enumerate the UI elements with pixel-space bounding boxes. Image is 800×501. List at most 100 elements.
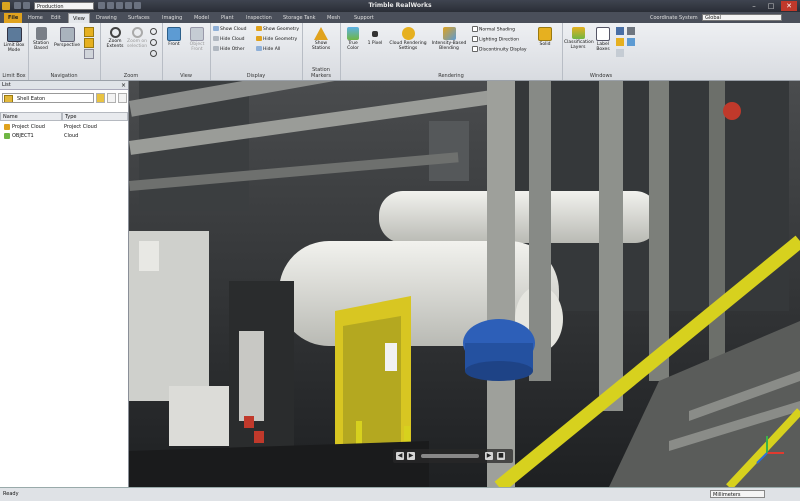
- ribbon: Limit Box Mode Limit Box Station Based P…: [0, 23, 800, 81]
- zoom-extents-button[interactable]: Zoom Extents: [102, 27, 128, 49]
- orbit-icon[interactable]: [84, 27, 94, 37]
- zoom-window-icon[interactable]: [150, 50, 157, 57]
- list-panel: List ×: [0, 81, 129, 487]
- tab-inspection[interactable]: Inspection: [242, 13, 276, 23]
- units-combo[interactable]: Millimeters: [710, 490, 765, 498]
- normal-shading-label: Normal Shading: [479, 27, 515, 33]
- coordinate-system-combo[interactable]: Global: [702, 14, 782, 21]
- previous-station-icon[interactable]: ◀: [396, 452, 404, 460]
- group-label-windows: Windows: [589, 73, 613, 79]
- column-header-name[interactable]: Name: [0, 112, 62, 121]
- status-text: Ready: [3, 491, 19, 497]
- panel-filter-icon[interactable]: [96, 93, 105, 103]
- tab-drawing[interactable]: Drawing: [92, 13, 121, 23]
- show-cloud-label: Show Cloud: [220, 27, 247, 32]
- point-cloud-scene: [129, 81, 800, 487]
- 3d-viewport[interactable]: ◀ ▶ ▶ ■: [129, 81, 800, 487]
- pan-icon[interactable]: [84, 38, 94, 48]
- zoom-on-selection-button[interactable]: Zoom on selection: [126, 27, 148, 49]
- panel-close-icon[interactable]: ×: [121, 81, 126, 90]
- panel-refresh-icon[interactable]: [107, 93, 116, 103]
- discontinuity-display-label: Discontinuity Display: [479, 47, 527, 53]
- solid-cube-icon: [538, 27, 552, 41]
- hide-other-button[interactable]: Hide Other: [213, 46, 244, 53]
- show-geometry-label: Show Geometry: [263, 27, 300, 32]
- tab-support[interactable]: Support: [350, 13, 378, 23]
- minimize-button[interactable]: –: [746, 1, 762, 11]
- window-tile-icon[interactable]: [616, 27, 624, 35]
- window-dock-icon[interactable]: [627, 38, 635, 46]
- play-icon[interactable]: ▶: [407, 452, 415, 460]
- tab-surfaces[interactable]: Surfaces: [124, 13, 154, 23]
- zoom-in-icon[interactable]: [150, 28, 157, 35]
- show-geometry-button[interactable]: Show Geometry: [256, 26, 299, 33]
- tab-home[interactable]: Home: [24, 13, 47, 23]
- classification-layers-button[interactable]: Classification Layers: [564, 27, 594, 50]
- filter-combo[interactable]: Shell Eaton: [2, 93, 94, 103]
- hide-geometry-button[interactable]: Hide Geometry: [256, 36, 297, 43]
- tab-plant[interactable]: Plant: [217, 13, 238, 23]
- blending-icon: [442, 27, 456, 40]
- solid-button[interactable]: Solid: [534, 27, 556, 47]
- tab-edit[interactable]: Edit: [47, 13, 65, 23]
- true-color-button[interactable]: True Color: [343, 27, 363, 51]
- cloud-rendering-settings-button[interactable]: Cloud Rendering Settings: [388, 27, 428, 51]
- zoom-out-icon[interactable]: [150, 39, 157, 46]
- list-item-type: Cloud: [64, 133, 79, 139]
- hide-cloud-button[interactable]: Hide Cloud: [213, 36, 245, 43]
- window-props-icon[interactable]: [616, 49, 624, 57]
- last-station-icon[interactable]: ■: [497, 452, 505, 460]
- window-list-icon[interactable]: [616, 38, 624, 46]
- discontinuity-display-checkbox[interactable]: [472, 46, 478, 52]
- hide-all-icon: [256, 46, 262, 51]
- tab-file[interactable]: File: [4, 13, 23, 23]
- limit-box-mode-label: Limit Box Mode: [3, 43, 25, 53]
- hide-all-button[interactable]: Hide All: [256, 46, 280, 53]
- normal-shading-checkbox[interactable]: [472, 26, 478, 32]
- front-button[interactable]: Front: [164, 27, 184, 47]
- discontinuity-display-toggle[interactable]: Discontinuity Display: [472, 46, 527, 54]
- maximize-button[interactable]: □: [763, 1, 779, 11]
- tab-imaging[interactable]: Imaging: [158, 13, 186, 23]
- station-based-button[interactable]: Station Based: [30, 27, 52, 51]
- show-cloud-button[interactable]: Show Cloud: [213, 26, 246, 33]
- window-cascade-icon[interactable]: [627, 27, 635, 35]
- lighting-direction-toggle[interactable]: Lighting Direction: [472, 36, 519, 44]
- group-view: Front Object Front View: [162, 23, 211, 80]
- show-stations-button[interactable]: Show Stations: [306, 27, 336, 51]
- tab-mesh[interactable]: Mesh: [323, 13, 344, 23]
- list-item[interactable]: Project Cloud Project Cloud: [0, 123, 128, 132]
- next-station-icon[interactable]: ▶: [485, 452, 493, 460]
- group-label-limit-box: Limit Box: [2, 73, 26, 79]
- walk-icon[interactable]: [84, 49, 94, 59]
- tab-storage-tank[interactable]: Storage Tank: [279, 13, 320, 23]
- normal-shading-toggle[interactable]: Normal Shading: [472, 26, 515, 34]
- magnifier-icon: [109, 27, 121, 38]
- window-title: Trimble RealWorks: [368, 2, 432, 9]
- lighting-direction-checkbox[interactable]: [472, 36, 478, 42]
- group-windows: Classification Layers Label Boxes Window…: [562, 23, 640, 80]
- panel-header: List ×: [0, 81, 128, 90]
- point-size-button[interactable]: 1 Pixel: [365, 27, 385, 46]
- station-slider[interactable]: [421, 454, 479, 458]
- column-header-type[interactable]: Type: [62, 112, 128, 121]
- perspective-button[interactable]: Perspective: [52, 27, 82, 48]
- group-limit-box: Limit Box Mode Limit Box: [0, 23, 29, 80]
- list-item[interactable]: OBJECT1 Cloud: [0, 132, 128, 141]
- perspective-icon: [59, 27, 75, 42]
- geometry-icon: [256, 26, 262, 31]
- geometry-hide-icon: [256, 36, 262, 41]
- label-boxes-label: Label Boxes: [596, 42, 610, 52]
- label-boxes-button[interactable]: Label Boxes: [592, 27, 614, 52]
- tab-model[interactable]: Model: [190, 13, 213, 23]
- panel-title: List: [2, 82, 11, 88]
- panel-options-icon[interactable]: [118, 93, 127, 103]
- close-button[interactable]: ✕: [781, 1, 797, 11]
- hide-other-label: Hide Other: [220, 47, 245, 52]
- limit-box-mode-button[interactable]: Limit Box Mode: [2, 27, 26, 53]
- label-box-icon: [596, 27, 610, 41]
- true-color-label: True Color: [347, 41, 359, 51]
- object-front-button[interactable]: Object Front: [185, 27, 209, 52]
- intensity-based-blending-button[interactable]: Intensity-Based Blending: [430, 27, 468, 51]
- group-zoom: Zoom Extents Zoom on selection Zoom: [100, 23, 163, 80]
